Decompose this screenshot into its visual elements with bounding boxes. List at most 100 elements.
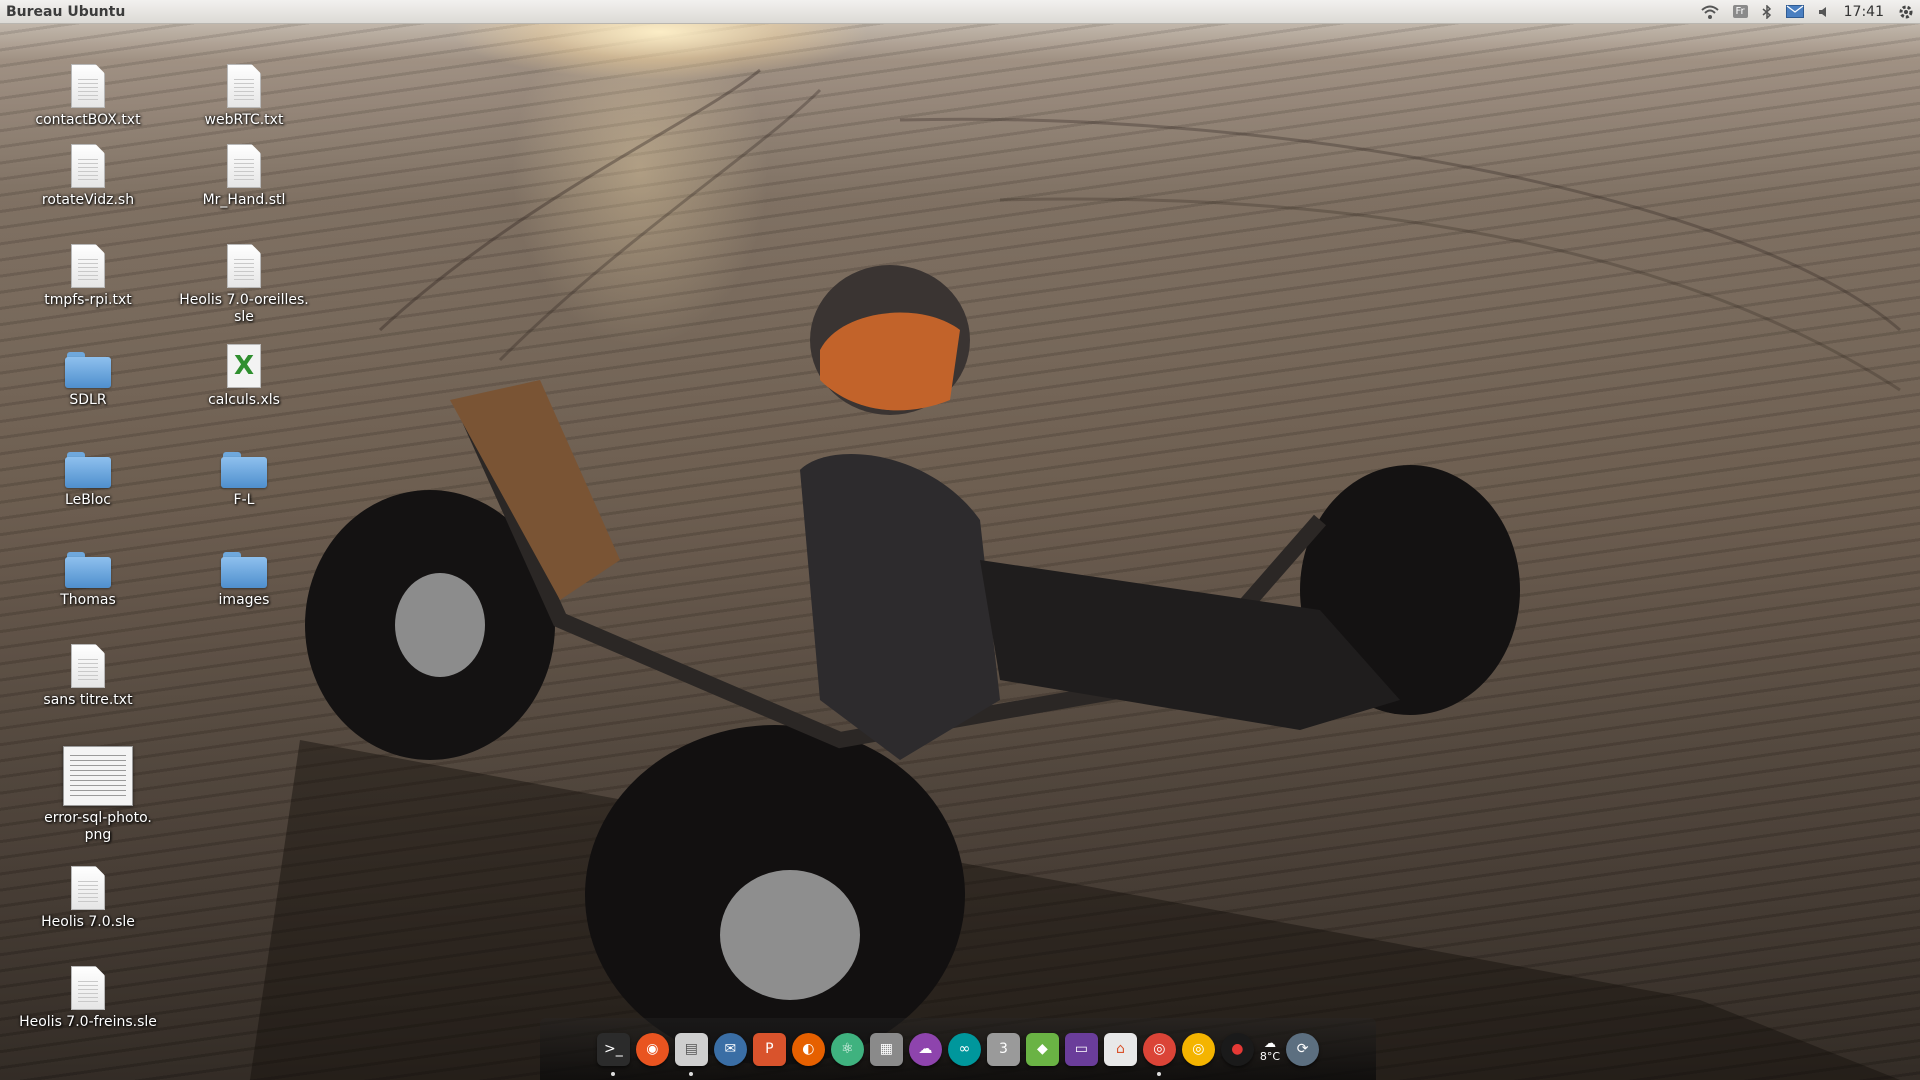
desktop-icon-label: rotateVidz.sh (41, 192, 135, 208)
volume-icon[interactable] (1818, 6, 1830, 18)
desktop-icon-label: Heolis 7.0.sle (41, 914, 135, 930)
ubuntu-glyph: ◉ (646, 1041, 659, 1057)
desktop-icon-calculs[interactable]: X calculs.xls (169, 344, 319, 409)
file-icon (227, 144, 261, 188)
indicator-area: Fr 17:41 (1700, 4, 1915, 20)
thunderbird-glyph: ✉ (724, 1041, 737, 1057)
dock: >_ ◉ ▤ ✉ P ◐ ⚛ ▦ ☁ ∞ 3 ◆ ▭ ⌂ ◎ ◎ ● ☁ 8°C… (540, 1018, 1376, 1080)
display-settings-icon[interactable]: ▭ (1064, 1032, 1098, 1066)
arduino-glyph: ∞ (958, 1041, 971, 1057)
pidgin-glyph: ☁ (918, 1041, 933, 1057)
recorder-glyph: ● (1231, 1041, 1244, 1057)
recorder-icon[interactable]: ● (1220, 1032, 1254, 1066)
desktop-icon-label: contactBOX.txt (35, 112, 141, 128)
desktop-icon-label: Heolis 7.0-freins.sle (19, 1014, 157, 1030)
desktop-icon-f-l[interactable]: F-L (169, 444, 319, 509)
refresh-glyph: ⟳ (1296, 1041, 1309, 1057)
atom-icon[interactable]: ⚛ (830, 1032, 864, 1066)
android-studio-icon[interactable]: ◆ (1025, 1032, 1059, 1066)
desktop-icon-rotatevidz[interactable]: rotateVidz.sh (13, 144, 163, 209)
presentation-icon[interactable]: P (752, 1032, 786, 1066)
weather-widget[interactable]: ☁ 8°C (1260, 1036, 1280, 1063)
remote-desktop-glyph: ⌂ (1115, 1041, 1125, 1057)
refresh-icon[interactable]: ⟳ (1286, 1032, 1320, 1066)
mail-icon[interactable] (1785, 5, 1804, 18)
presentation-glyph: P (765, 1041, 774, 1057)
top-panel: Bureau Ubuntu Fr 17:41 (0, 0, 1920, 24)
file-icon (71, 966, 105, 1010)
panel-title: Bureau Ubuntu (6, 3, 126, 20)
file-manager-icon[interactable]: ▤ (674, 1032, 708, 1076)
desktop-icon-label: SDLR (69, 392, 107, 408)
desktop-icon-label: error-sql-photo. png (44, 810, 152, 843)
desktop-icon-heolis-freins[interactable]: Heolis 7.0-freins.sle (13, 966, 163, 1031)
file-icon (227, 244, 261, 288)
wifi-icon[interactable] (1700, 5, 1719, 19)
script-file-icon (71, 144, 105, 188)
system-monitor-glyph: ▦ (879, 1041, 894, 1057)
chrome-canary-icon[interactable]: ◎ (1181, 1032, 1215, 1066)
spreadsheet-glyph: X (233, 351, 255, 381)
desktop-icon-lebloc[interactable]: LeBloc (13, 444, 163, 509)
desktop-icon-label: Mr_Hand.stl (202, 192, 286, 208)
desktop-icon-error-sql-photo[interactable]: error-sql-photo. png (23, 746, 173, 844)
desktop-icon-thomas[interactable]: Thomas (13, 544, 163, 609)
desktop-icon-sdlr[interactable]: SDLR (13, 344, 163, 409)
folder-icon (65, 552, 111, 588)
terminal-icon[interactable]: >_ (596, 1032, 630, 1076)
desktop-icon-label: LeBloc (65, 492, 111, 508)
file-icon (71, 866, 105, 910)
weather-temp: 8°C (1259, 1049, 1281, 1063)
desktop-icon-label: webRTC.txt (204, 112, 284, 128)
weather-icon: ☁ (1264, 1035, 1276, 1050)
atom-glyph: ⚛ (841, 1041, 854, 1057)
text-file-icon (227, 64, 261, 108)
desktop-icon-label: sans titre.txt (43, 692, 133, 708)
keyboard-layout-indicator[interactable]: Fr (1732, 5, 1748, 18)
thunderbird-icon[interactable]: ✉ (713, 1032, 747, 1066)
text-file-icon (71, 244, 105, 288)
clock[interactable]: 17:41 (1844, 4, 1884, 20)
arduino-icon[interactable]: ∞ (947, 1032, 981, 1066)
text-file-icon (71, 644, 105, 688)
trash-icon[interactable]: 3 (986, 1032, 1020, 1066)
desktop-icon-label: F-L (233, 492, 255, 508)
folder-icon (65, 352, 111, 388)
desktop-icon-webrtc[interactable]: webRTC.txt (169, 64, 319, 129)
desktop-icon-label: calculs.xls (208, 392, 280, 408)
desktop-icon-sans-titre[interactable]: sans titre.txt (13, 644, 163, 709)
folder-icon (221, 552, 267, 588)
desktop-icon-label: Heolis 7.0-oreilles. sle (179, 292, 309, 325)
desktop-icon-mr-hand[interactable]: Mr_Hand.stl (169, 144, 319, 209)
desktop-icon-label: tmpfs-rpi.txt (44, 292, 132, 308)
desktop-icon-images[interactable]: images (169, 544, 319, 609)
file-manager-glyph: ▤ (684, 1041, 699, 1057)
spreadsheet-icon: X (227, 344, 261, 388)
chrome-icon[interactable]: ◎ (1142, 1032, 1176, 1076)
remote-desktop-icon[interactable]: ⌂ (1103, 1032, 1137, 1066)
trash-count: 3 (998, 1041, 1008, 1057)
running-indicator (689, 1071, 694, 1076)
firefox-glyph: ◐ (802, 1041, 815, 1057)
terminal-glyph: >_ (604, 1041, 623, 1057)
folder-icon (221, 452, 267, 488)
folder-icon (65, 452, 111, 488)
chrome-glyph: ◎ (1153, 1041, 1166, 1057)
image-thumbnail (63, 746, 133, 806)
ubuntu-software-icon[interactable]: ◉ (635, 1032, 669, 1066)
session-gear-icon[interactable] (1898, 4, 1914, 20)
desktop-icon-contactbox[interactable]: contactBOX.txt (13, 64, 163, 129)
system-monitor-icon[interactable]: ▦ (869, 1032, 903, 1066)
firefox-icon[interactable]: ◐ (791, 1032, 825, 1066)
running-indicator (1157, 1071, 1162, 1076)
desktop-icon-label: Thomas (60, 592, 116, 608)
text-file-icon (71, 64, 105, 108)
desktop-icon-tmpfs-rpi[interactable]: tmpfs-rpi.txt (13, 244, 163, 309)
pidgin-icon[interactable]: ☁ (908, 1032, 942, 1066)
chrome-canary-glyph: ◎ (1192, 1041, 1205, 1057)
running-indicator (611, 1071, 616, 1076)
desktop-icon-heolis-oreilles[interactable]: Heolis 7.0-oreilles. sle (169, 244, 319, 326)
android-glyph: ◆ (1037, 1041, 1048, 1057)
desktop-icon-heolis-70[interactable]: Heolis 7.0.sle (13, 866, 163, 931)
bluetooth-icon[interactable] (1762, 4, 1772, 19)
